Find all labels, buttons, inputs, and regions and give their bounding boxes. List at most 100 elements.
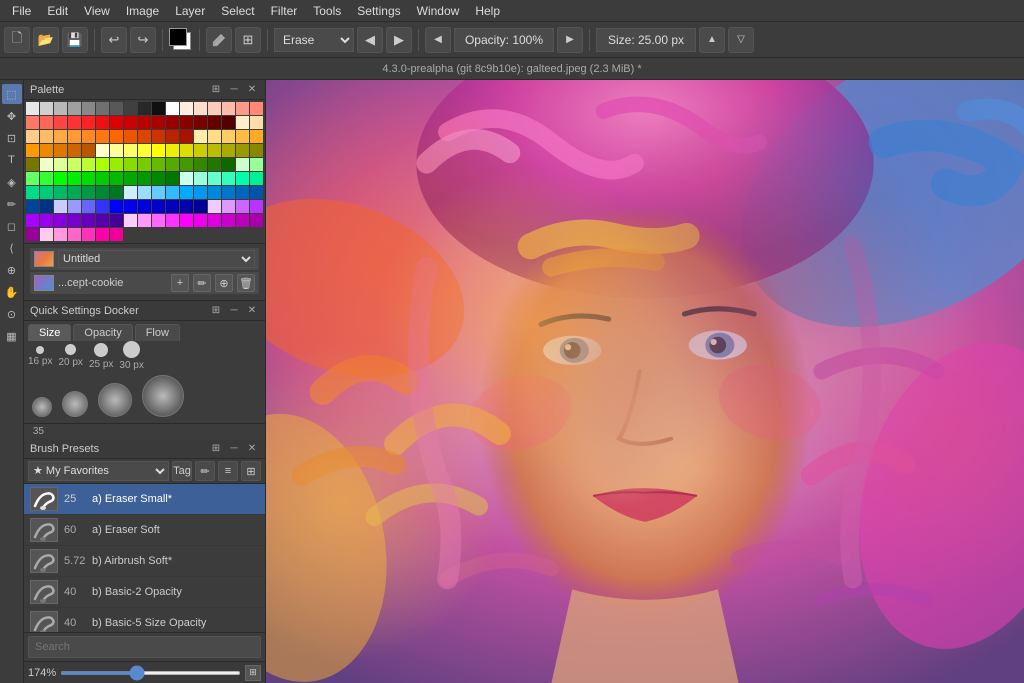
palette-color-swatch[interactable]	[124, 158, 137, 171]
size-dot-16[interactable]	[36, 346, 44, 354]
menu-help[interactable]: Help	[467, 2, 508, 20]
palette-color-swatch[interactable]	[40, 214, 53, 227]
palette-color-swatch[interactable]	[82, 116, 95, 129]
arrow-back-button[interactable]: ◀	[425, 27, 451, 53]
palette-color-swatch[interactable]	[194, 200, 207, 213]
palette-color-swatch[interactable]	[250, 116, 263, 129]
layer-add-button[interactable]: +	[171, 274, 189, 292]
color-swatches[interactable]	[169, 28, 193, 52]
palette-color-swatch[interactable]	[54, 144, 67, 157]
palette-color-swatch[interactable]	[180, 172, 193, 185]
canvas-area[interactable]	[266, 80, 1024, 683]
menu-window[interactable]: Window	[409, 2, 468, 20]
tool-select[interactable]: ⬚	[2, 84, 22, 104]
tab-opacity[interactable]: Opacity	[73, 324, 132, 341]
palette-color-swatch[interactable]	[68, 130, 81, 143]
bp-close-icon[interactable]: ✕	[245, 442, 259, 456]
palette-color-swatch[interactable]	[40, 186, 53, 199]
palette-color-swatch[interactable]	[222, 130, 235, 143]
grid-button[interactable]: ⊞	[235, 27, 261, 53]
qs-close-icon[interactable]: ✕	[245, 304, 259, 318]
menu-image[interactable]: Image	[118, 2, 167, 20]
palette-color-swatch[interactable]	[124, 172, 137, 185]
palette-color-swatch[interactable]	[250, 214, 263, 227]
palette-color-swatch[interactable]	[110, 186, 123, 199]
bp-minimize-icon[interactable]: ─	[227, 442, 241, 456]
palette-color-swatch[interactable]	[110, 214, 123, 227]
tool-path[interactable]: ⟨	[2, 238, 22, 258]
palette-color-swatch[interactable]	[208, 200, 221, 213]
palette-color-swatch[interactable]	[138, 172, 151, 185]
tool-crop[interactable]: ⊡	[2, 128, 22, 148]
brush-list-item[interactable]: 40b) Basic-5 Size Opacity	[24, 608, 265, 632]
palette-color-swatch[interactable]	[54, 172, 67, 185]
palette-color-swatch[interactable]	[68, 172, 81, 185]
palette-color-swatch[interactable]	[26, 228, 39, 241]
palette-color-swatch[interactable]	[222, 186, 235, 199]
palette-color-swatch[interactable]	[26, 214, 39, 227]
palette-color-swatch[interactable]	[110, 200, 123, 213]
palette-color-swatch[interactable]	[208, 116, 221, 129]
palette-color-swatch[interactable]	[40, 172, 53, 185]
palette-color-swatch[interactable]	[180, 116, 193, 129]
palette-color-swatch[interactable]	[222, 200, 235, 213]
palette-color-swatch[interactable]	[96, 130, 109, 143]
palette-color-swatch[interactable]	[40, 130, 53, 143]
palette-color-swatch[interactable]	[250, 158, 263, 171]
palette-color-swatch[interactable]	[222, 116, 235, 129]
preset-tag-button[interactable]: Tag	[172, 461, 192, 481]
menu-view[interactable]: View	[76, 2, 118, 20]
palette-color-swatch[interactable]	[54, 102, 67, 115]
tool-shape[interactable]: ◻	[2, 216, 22, 236]
palette-color-swatch[interactable]	[194, 102, 207, 115]
palette-color-swatch[interactable]	[110, 228, 123, 241]
preset-menu-button[interactable]: ≡	[218, 461, 238, 481]
palette-color-swatch[interactable]	[40, 158, 53, 171]
tool-zoom[interactable]: ⊕	[2, 260, 22, 280]
palette-color-swatch[interactable]	[194, 130, 207, 143]
zoom-grid-icon[interactable]: ⊞	[245, 665, 261, 681]
palette-color-swatch[interactable]	[26, 158, 39, 171]
palette-color-swatch[interactable]	[180, 200, 193, 213]
palette-color-swatch[interactable]	[250, 200, 263, 213]
menu-select[interactable]: Select	[213, 2, 262, 20]
palette-color-swatch[interactable]	[180, 144, 193, 157]
palette-color-swatch[interactable]	[194, 144, 207, 157]
fg-color-swatch[interactable]	[169, 28, 187, 46]
palette-settings-icon[interactable]: ⊞	[209, 83, 223, 97]
palette-color-swatch[interactable]	[222, 214, 235, 227]
palette-color-swatch[interactable]	[180, 158, 193, 171]
palette-color-swatch[interactable]	[250, 130, 263, 143]
palette-color-swatch[interactable]	[166, 172, 179, 185]
palette-color-swatch[interactable]	[26, 144, 39, 157]
palette-color-swatch[interactable]	[96, 186, 109, 199]
brush-search-input[interactable]	[28, 636, 261, 658]
bp-settings-icon[interactable]: ⊞	[209, 442, 223, 456]
brush-tool-preview[interactable]	[206, 27, 232, 53]
save-button[interactable]: 💾	[62, 27, 88, 53]
palette-color-swatch[interactable]	[138, 116, 151, 129]
palette-color-swatch[interactable]	[138, 102, 151, 115]
palette-color-swatch[interactable]	[124, 144, 137, 157]
palette-color-swatch[interactable]	[152, 130, 165, 143]
redo-button[interactable]: ↪	[130, 27, 156, 53]
palette-color-swatch[interactable]	[82, 102, 95, 115]
palette-color-swatch[interactable]	[208, 130, 221, 143]
palette-color-swatch[interactable]	[250, 144, 263, 157]
palette-color-swatch[interactable]	[236, 172, 249, 185]
palette-color-swatch[interactable]	[68, 186, 81, 199]
palette-color-swatch[interactable]	[54, 186, 67, 199]
palette-color-swatch[interactable]	[208, 144, 221, 157]
palette-color-swatch[interactable]	[124, 102, 137, 115]
palette-color-swatch[interactable]	[166, 144, 179, 157]
palette-color-swatch[interactable]	[152, 102, 165, 115]
preset-grid-button[interactable]: ⊞	[241, 461, 261, 481]
palette-color-swatch[interactable]	[96, 116, 109, 129]
palette-color-swatch[interactable]	[138, 130, 151, 143]
palette-color-swatch[interactable]	[96, 172, 109, 185]
palette-color-swatch[interactable]	[194, 186, 207, 199]
layer-duplicate-button[interactable]: ⊕	[215, 274, 233, 292]
palette-color-swatch[interactable]	[40, 200, 53, 213]
palette-color-swatch[interactable]	[96, 158, 109, 171]
mode-back-button[interactable]: ◀	[357, 27, 383, 53]
